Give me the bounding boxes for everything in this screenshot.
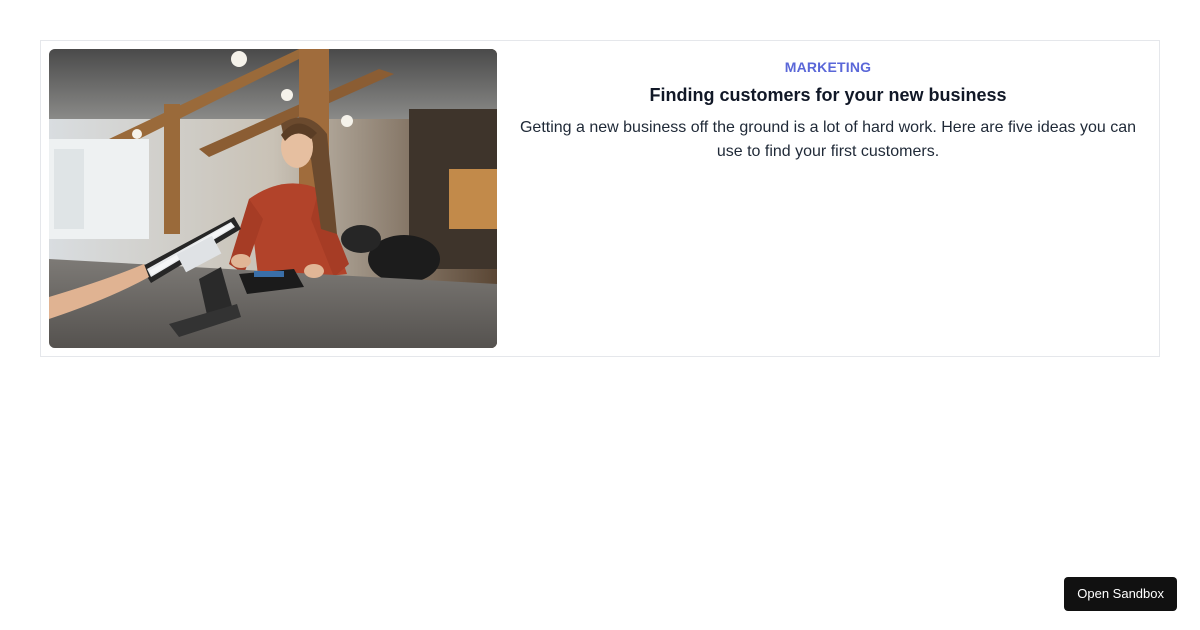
article-title[interactable]: Finding customers for your new business (511, 84, 1145, 106)
open-sandbox-button[interactable]: Open Sandbox (1064, 577, 1177, 611)
article-image (49, 49, 497, 348)
article-category[interactable]: Marketing (511, 59, 1145, 75)
article-content: Marketing Finding customers for your new… (497, 49, 1151, 164)
article-image-illustration (49, 49, 497, 348)
article-card[interactable]: Marketing Finding customers for your new… (40, 40, 1160, 357)
article-description: Getting a new business off the ground is… (519, 119, 1137, 160)
